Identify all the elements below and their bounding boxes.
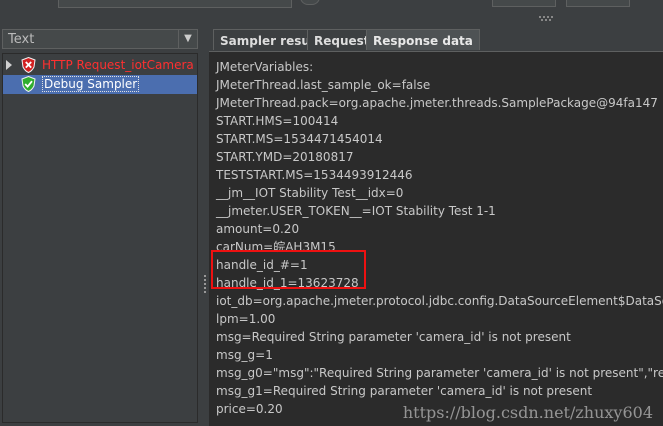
response-lines: JMeterVariables: JMeterThread.last_sample…	[216, 58, 663, 418]
tree-item-debug-sampler[interactable]: Debug Sampler	[3, 75, 197, 94]
response-line: START.HMS=100414	[216, 114, 339, 128]
expand-arrow-icon[interactable]	[6, 60, 12, 70]
tree-item-label: HTTP Request_iotCamera	[42, 58, 194, 72]
split-grip-icon[interactable]	[539, 16, 553, 22]
response-line: JMeterThread.last_sample_ok=false	[216, 78, 431, 92]
response-line: msg_g=1	[216, 348, 273, 362]
results-tree: HTTP Request_iotCamera Debug Sampler	[2, 53, 198, 423]
chevron-down-icon[interactable]: ▼	[178, 30, 197, 48]
response-line: TESTSTART.MS=1534493912446	[216, 168, 413, 182]
top-spinner-knob[interactable]	[300, 0, 320, 5]
response-line: lpm=1.00	[216, 312, 276, 326]
top-button-1[interactable]	[492, 0, 556, 7]
response-line: START.YMD=20180817	[216, 150, 354, 164]
highlight-box	[211, 250, 366, 289]
top-text-field[interactable]	[58, 0, 292, 8]
split-divider[interactable]	[201, 27, 209, 426]
success-shield-icon	[21, 76, 36, 92]
watermark: https://blog.csdn.net/zhuxy604	[402, 403, 653, 422]
response-line: amount=0.20	[216, 222, 300, 236]
response-line: msg_g0="msg":"Required String parameter …	[216, 366, 663, 380]
response-line: msg_g1=Required String parameter 'camera…	[216, 384, 593, 398]
response-line: __jmeter.USER_TOKEN__=IOT Stability Test…	[216, 204, 496, 218]
tree-item-http-request[interactable]: HTTP Request_iotCamera	[3, 56, 197, 75]
response-line: START.MS=1534471454014	[216, 132, 383, 146]
top-button-2[interactable]	[566, 0, 630, 7]
renderer-select-value: Text	[8, 32, 35, 47]
renderer-select[interactable]: Text ▼	[2, 29, 198, 49]
response-data-area[interactable]: JMeterVariables: JMeterThread.last_sample…	[209, 52, 663, 426]
response-line: JMeterVariables:	[216, 60, 314, 74]
top-toolbar	[0, 0, 663, 27]
response-line: msg=Required String parameter 'camera_id…	[216, 330, 571, 344]
response-line: JMeterThread.pack=org.apache.jmeter.thre…	[216, 96, 658, 110]
tab-response-data[interactable]: Response data	[366, 29, 480, 50]
response-line: __jm__IOT Stability Test__idx=0	[216, 186, 404, 200]
error-shield-icon	[21, 57, 36, 73]
response-line: iot_db=org.apache.jmeter.protocol.jdbc.c…	[216, 294, 663, 308]
tree-item-label: Debug Sampler	[42, 76, 140, 92]
results-tree-panel: Text ▼ HTTP Request_iotCamera Debug Samp…	[0, 27, 200, 426]
